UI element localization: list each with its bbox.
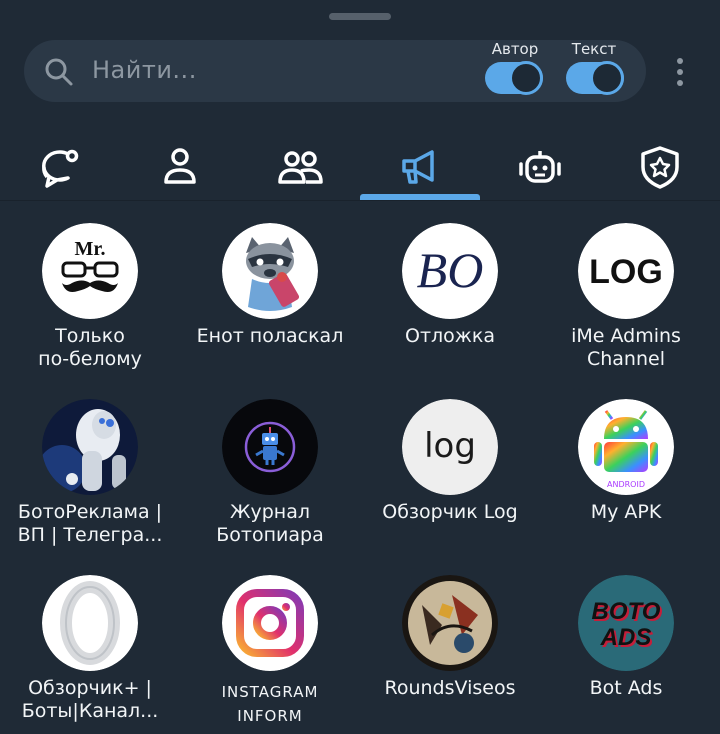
instagram-avatar — [222, 575, 318, 671]
channel-item[interactable]: log Обзорчик Log — [360, 396, 540, 572]
channel-item[interactable]: Mr. Только по-белому — [0, 220, 180, 396]
art-collage-avatar — [402, 575, 498, 671]
tabs-divider — [0, 200, 720, 201]
log-round-avatar: log — [402, 399, 498, 495]
people-icon — [278, 151, 323, 184]
megaphone-icon — [402, 150, 434, 184]
log-logo-avatar: LOG — [578, 223, 674, 319]
channel-name: Журнал Ботопиара — [216, 501, 324, 546]
tab-channels[interactable] — [360, 132, 480, 202]
channel-item[interactable]: Обзорчик+ | Боты|Канал... — [0, 572, 180, 734]
author-toggle-label: Автор — [491, 40, 539, 58]
text-toggle-label: Текст — [571, 40, 617, 58]
tab-bots[interactable] — [480, 132, 600, 202]
rainbow-android-avatar: ANDROID — [578, 399, 674, 495]
search-bar[interactable]: Найти... Автор Текст — [24, 40, 646, 102]
channel-item[interactable]: INSTAGRAM INFORM — [180, 572, 360, 734]
channel-item[interactable]: RoundsViseos — [360, 572, 540, 734]
svg-text:log: log — [424, 426, 476, 466]
boto-ads-avatar: BOTO BOTO ADS ADS — [578, 575, 674, 671]
tab-groups[interactable] — [240, 132, 360, 202]
svg-text:LOG: LOG — [589, 253, 663, 291]
channel-name: Bot Ads — [589, 677, 663, 699]
robot-photo-avatar — [42, 399, 138, 495]
raccoon-avatar — [222, 223, 318, 319]
more-menu-icon[interactable] — [668, 56, 692, 88]
tab-admins[interactable] — [600, 132, 720, 202]
svg-text:ANDROID: ANDROID — [607, 480, 645, 489]
channel-item[interactable]: Енот поласкал — [180, 220, 360, 396]
svg-text:BO: BO — [417, 242, 484, 298]
channel-item[interactable]: Журнал Ботопиара — [180, 396, 360, 572]
search-icon — [45, 58, 73, 86]
tab-chats[interactable] — [0, 132, 120, 202]
category-tabs — [0, 132, 720, 202]
channel-name: Отложка — [404, 325, 496, 347]
bo-logo-avatar: BO — [402, 223, 498, 319]
svg-text:Mr.: Mr. — [75, 238, 106, 260]
channel-name: Енот поласкал — [196, 325, 344, 347]
person-icon — [164, 148, 196, 184]
mr-mustache-avatar: Mr. — [42, 223, 138, 319]
channel-item[interactable]: BOTO BOTO ADS ADS Bot Ads — [536, 572, 716, 734]
svg-text:ADS: ADS — [600, 624, 652, 651]
channel-name: Только по-белому — [38, 325, 142, 370]
drag-handle[interactable] — [329, 13, 391, 20]
channel-name: Обзорчик+ | Боты|Канал... — [21, 677, 159, 722]
neon-robot-avatar — [222, 399, 318, 495]
tab-users[interactable] — [120, 132, 240, 202]
channel-name: INSTAGRAM INFORM — [221, 683, 319, 725]
bot-icon — [519, 151, 561, 183]
opera-o-avatar — [42, 575, 138, 671]
channel-item[interactable]: БотоРеклама | ВП | Телегра... — [0, 396, 180, 572]
channel-name: RoundsViseos — [384, 677, 516, 699]
channel-name: БотоРеклама | ВП | Телегра... — [17, 501, 163, 546]
channel-name: Обзорчик Log — [382, 501, 518, 523]
channel-name: iMe Admins Channel — [571, 325, 681, 370]
chat-bubble-icon — [42, 149, 79, 188]
channel-item[interactable]: BO Отложка — [360, 220, 540, 396]
channel-item[interactable]: ANDROID My APK — [536, 396, 716, 572]
search-input[interactable]: Найти... — [92, 56, 197, 84]
svg-text:BOTO: BOTO — [592, 598, 661, 625]
text-toggle[interactable] — [566, 61, 624, 95]
author-toggle[interactable] — [485, 61, 543, 95]
shield-star-icon — [641, 146, 679, 189]
channel-name: My APK — [590, 501, 662, 523]
channel-item[interactable]: LOG iMe Admins Channel — [536, 220, 716, 396]
